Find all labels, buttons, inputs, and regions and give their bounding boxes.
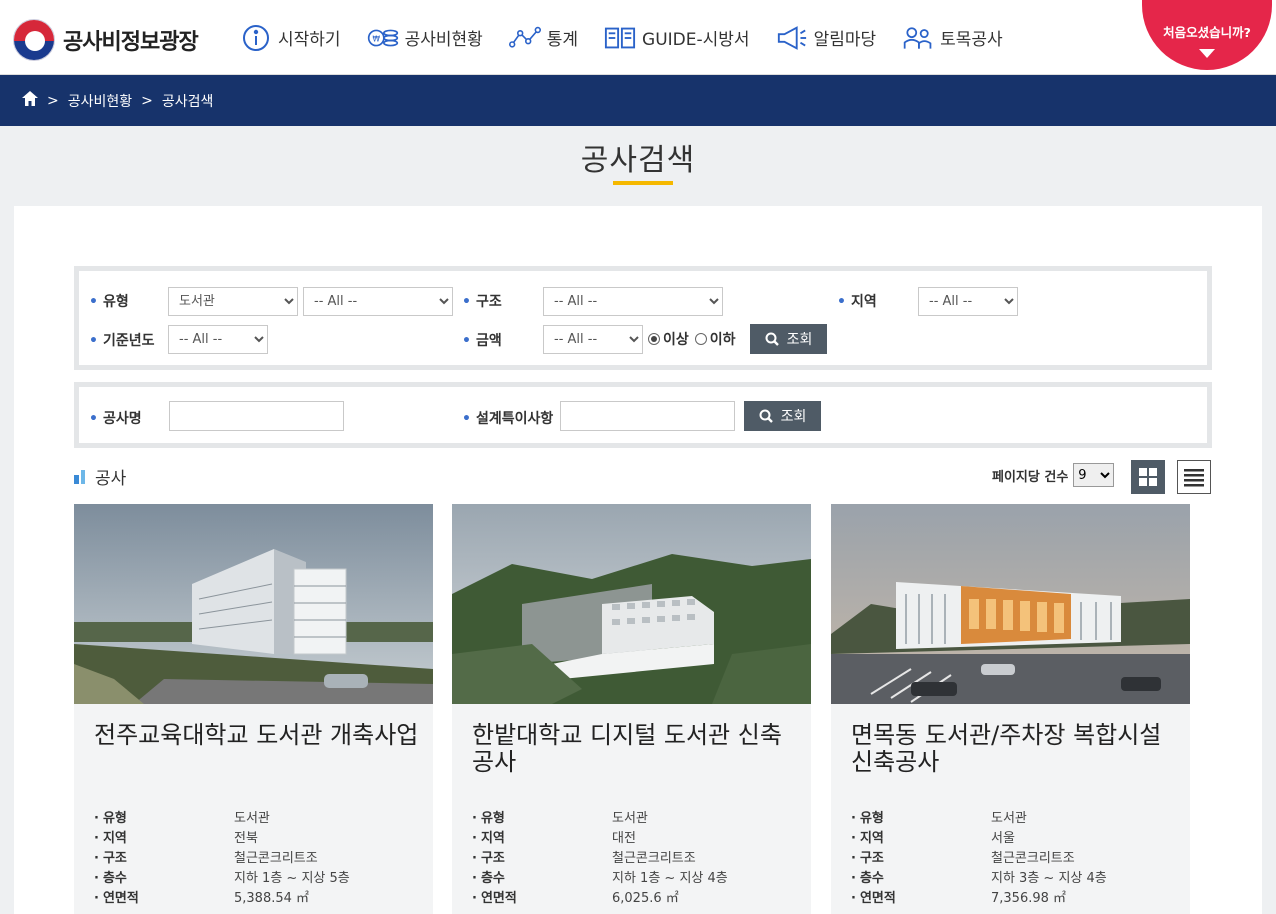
megaphone-icon [776, 24, 808, 52]
design-notes-input[interactable] [560, 401, 735, 431]
info-row: 층수지하 3층 ~ 지상 4층 [851, 866, 1107, 886]
year-select[interactable]: -- All -- [168, 325, 268, 354]
project-card[interactable]: 한밭대학교 디지털 도서관 신축공사 유형도서관 지역대전 구조철근콘크리트조 … [452, 504, 811, 914]
nav-label: 토목공사 [940, 30, 1003, 50]
project-info: 유형도서관 지역전북 구조철근콘크리트조 층수지하 1층 ~ 지상 5층 연면적… [94, 806, 350, 906]
radio-unchecked-icon [694, 333, 707, 345]
structure-select[interactable]: -- All -- [543, 287, 723, 316]
first-visit-button[interactable]: 처음오셨습니까? [1142, 0, 1272, 70]
structure-label: • 구조 [462, 294, 502, 310]
amount-select[interactable]: -- All -- [543, 325, 643, 354]
bar-chart-icon [74, 469, 87, 484]
breadcrumb-item[interactable]: 공사검색 [162, 91, 214, 111]
region-select[interactable]: -- All -- [918, 287, 1018, 316]
nav-item-stats[interactable]: 통계 [508, 24, 579, 52]
project-card[interactable]: 전주교육대학교 도서관 개축사업 유형도서관 지역전북 구조철근콘크리트조 층수… [74, 504, 433, 914]
list-view-button[interactable] [1177, 460, 1211, 494]
svg-text:₩: ₩ [372, 34, 380, 43]
workers-icon [902, 24, 934, 52]
info-row: 지역대전 [472, 826, 728, 846]
project-rendering-image [452, 504, 811, 704]
content-panel: • 유형 도서관 -- All -- • 구조 -- All -- • 지역 -- A… [14, 206, 1262, 914]
nav-label: 통계 [546, 30, 579, 50]
search-icon [759, 409, 773, 423]
search-button[interactable]: 조회 [750, 324, 827, 354]
info-row: 구조철근콘크리트조 [472, 846, 728, 866]
project-title: 전주교육대학교 도서관 개축사업 [94, 721, 419, 749]
per-page-control: 페이지당 건수 9 [992, 463, 1115, 487]
home-icon[interactable] [22, 91, 38, 110]
type-select[interactable]: 도서관 [168, 287, 298, 316]
breadcrumb-separator: > [47, 92, 59, 109]
project-rendering-image [74, 504, 433, 704]
type-label: • 유형 [89, 294, 129, 310]
site-header: 공사비정보광장 시작하기 ₩ 공사비현황 통계 GUIDE-시방서 알림마당 토… [0, 0, 1276, 75]
below-radio[interactable]: 이하 [694, 329, 736, 349]
region-label: • 지역 [837, 294, 877, 310]
info-row: 연면적7,356.98 ㎡ [851, 886, 1107, 906]
list-icon [1184, 469, 1204, 487]
search-icon [765, 332, 779, 346]
grid-view-button[interactable] [1131, 460, 1165, 494]
nav-item-cost-status[interactable]: ₩ 공사비현황 [367, 24, 483, 52]
site-logo[interactable]: 공사비정보광장 [13, 19, 199, 61]
nav-label: 알림마당 [813, 30, 877, 50]
breadcrumb-item[interactable]: 공사비현황 [68, 91, 132, 111]
nav-item-start[interactable]: 시작하기 [240, 24, 341, 52]
info-row: 구조철근콘크리트조 [94, 846, 350, 866]
nav-label: 시작하기 [278, 30, 341, 50]
per-page-select[interactable]: 9 [1073, 463, 1115, 487]
section-title: 공사 [74, 464, 126, 489]
title-underline [613, 181, 673, 185]
nav-label: 공사비현황 [404, 30, 483, 50]
per-page-label: 페이지당 건수 [992, 469, 1069, 485]
filter-panel: • 유형 도서관 -- All -- • 구조 -- All -- • 지역 -- A… [74, 266, 1212, 370]
project-card[interactable]: 면목동 도서관/주차장 복합시설 신축공사 유형도서관 지역서울 구조철근콘크리… [831, 504, 1190, 914]
project-rendering-image [831, 504, 1190, 704]
project-title: 면목동 도서관/주차장 복합시설 신축공사 [851, 721, 1162, 776]
project-title: 한밭대학교 디지털 도서관 신축공사 [472, 721, 782, 776]
stats-graph-icon [508, 24, 541, 52]
keyword-search-button[interactable]: 조회 [744, 401, 821, 431]
radio-checked-icon [648, 333, 660, 345]
triangle-down-icon [1199, 49, 1215, 58]
project-name-input[interactable] [169, 401, 344, 431]
info-icon [240, 24, 272, 52]
coins-icon: ₩ [367, 24, 399, 52]
nav-item-guide[interactable]: GUIDE-시방서 [604, 24, 750, 52]
amount-radio-group: 이상 이하 [648, 329, 742, 349]
grid-icon [1139, 468, 1157, 486]
info-row: 유형도서관 [94, 806, 350, 826]
info-row: 유형도서관 [472, 806, 728, 826]
breadcrumb: > 공사비현황 > 공사검색 [0, 75, 1276, 126]
site-logo-text: 공사비정보광장 [63, 30, 199, 55]
page-title: 공사검색 [580, 143, 696, 178]
info-row: 지역전북 [94, 826, 350, 846]
nav-item-civil[interactable]: 토목공사 [902, 24, 1003, 52]
book-icon [604, 24, 636, 52]
project-name-label: • 공사명 [89, 411, 142, 427]
nav-item-notice[interactable]: 알림마당 [776, 24, 877, 52]
project-info: 유형도서관 지역대전 구조철근콘크리트조 층수지하 1층 ~ 지상 4층 연면적… [472, 806, 728, 906]
info-row: 층수지하 1층 ~ 지상 4층 [472, 866, 728, 886]
amount-label: • 금액 [462, 333, 502, 349]
nav-label: GUIDE-시방서 [642, 30, 750, 50]
info-row: 유형도서관 [851, 806, 1107, 826]
info-row: 지역서울 [851, 826, 1107, 846]
subtype-select[interactable]: -- All -- [303, 287, 453, 316]
keyword-filter-panel: • 공사명 • 설계특이사항 조회 [74, 382, 1212, 448]
main-nav: 시작하기 ₩ 공사비현황 통계 GUIDE-시방서 알림마당 토목공사 [240, 0, 1029, 75]
info-row: 층수지하 1층 ~ 지상 5층 [94, 866, 350, 886]
above-radio[interactable]: 이상 [648, 329, 689, 349]
first-visit-label: 처음오셨습니까? [1163, 25, 1251, 40]
korea-emblem-icon [13, 19, 55, 61]
breadcrumb-separator: > [141, 92, 153, 109]
project-info: 유형도서관 지역서울 구조철근콘크리트조 층수지하 3층 ~ 지상 4층 연면적… [851, 806, 1107, 906]
year-label: • 기준년도 [89, 333, 155, 349]
design-notes-label: • 설계특이사항 [462, 411, 554, 427]
info-row: 연면적5,388.54 ㎡ [94, 886, 350, 906]
info-row: 구조철근콘크리트조 [851, 846, 1107, 866]
info-row: 연면적6,025.6 ㎡ [472, 886, 728, 906]
